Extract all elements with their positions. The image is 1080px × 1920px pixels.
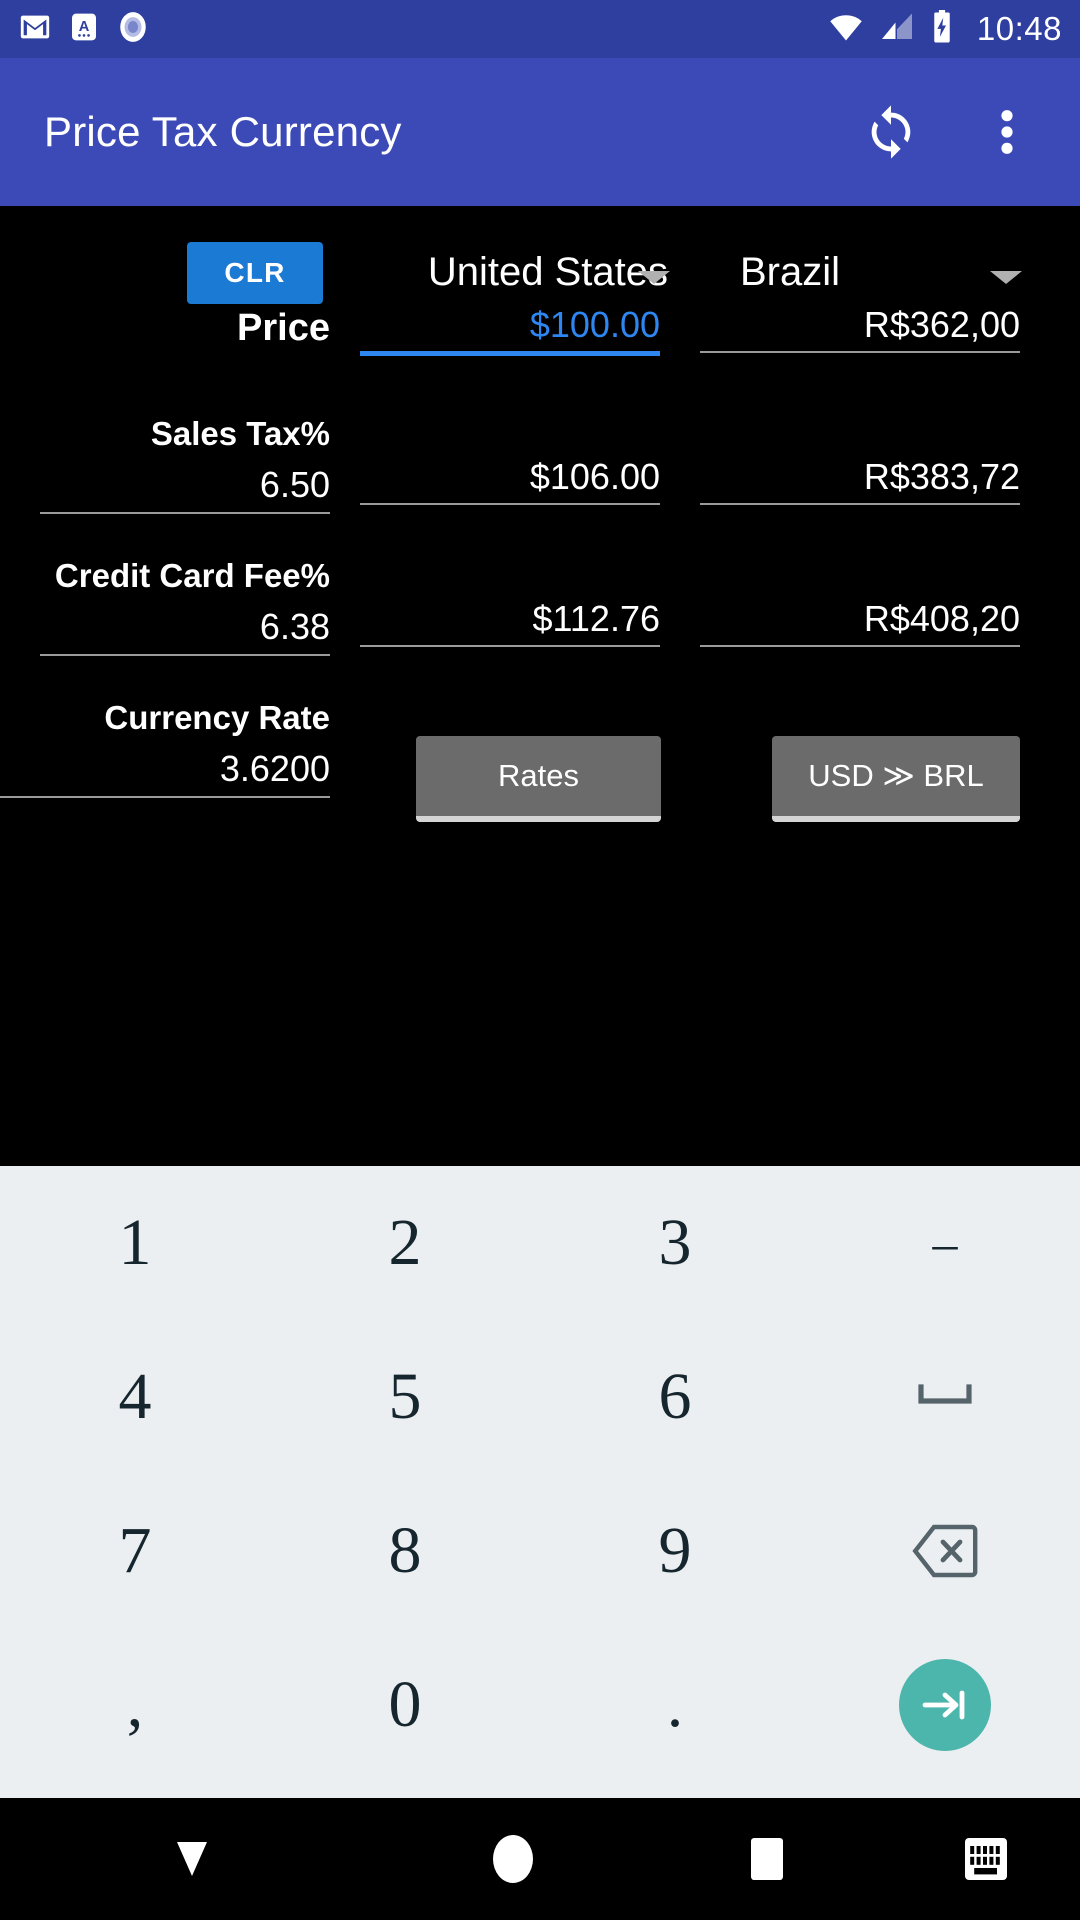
credit-card-fee-label-cell: Credit Card Fee% 6.38 — [40, 557, 330, 656]
key-0[interactable]: 0 — [270, 1628, 540, 1782]
key-1[interactable]: 1 — [0, 1166, 270, 1320]
phone-screen: A 10:48 Price Tax Currency CLR United St… — [0, 0, 1080, 1920]
source-country-label: United States — [427, 249, 668, 294]
calculator-body: CLR United States Brazil Price $100.00 R… — [0, 206, 1080, 1166]
target-country-spinner[interactable]: Brazil — [740, 234, 1030, 310]
credit-card-fee-label: Credit Card Fee% — [54, 557, 330, 594]
target-country-label: Brazil — [740, 249, 841, 294]
nav-back-button[interactable] — [0, 1838, 384, 1880]
credit-card-fee-target-cell[interactable]: R$408,20 — [700, 598, 1020, 648]
nav-home-button[interactable] — [384, 1833, 642, 1885]
key-minus[interactable]: – — [810, 1166, 1080, 1320]
key-3[interactable]: 3 — [540, 1166, 810, 1320]
keyboard-row: 1 2 3 – — [0, 1166, 1080, 1320]
price-target-cell[interactable]: R$362,00 — [700, 304, 1020, 354]
key-4[interactable]: 4 — [0, 1320, 270, 1474]
sales-tax-label-cell: Sales Tax% 6.50 — [40, 415, 330, 514]
app-bar: Price Tax Currency — [0, 58, 1080, 206]
price-target-value[interactable]: R$362,00 — [700, 304, 1020, 354]
keyboard-row: 7 8 9 — [0, 1474, 1080, 1628]
key-comma[interactable]: , — [0, 1628, 270, 1782]
key-backspace[interactable] — [810, 1474, 1080, 1628]
home-circle-icon — [493, 1835, 533, 1883]
wifi-icon — [827, 12, 865, 47]
price-label-cell: Price — [40, 307, 330, 350]
recents-square-icon — [751, 1838, 783, 1880]
backspace-icon — [912, 1524, 978, 1578]
sales-tax-target-value[interactable]: R$383,72 — [700, 456, 1020, 506]
keyboard-row: , 0 . — [0, 1628, 1080, 1782]
price-source-value[interactable]: $100.00 — [360, 304, 660, 357]
status-bar-notifications: A — [18, 10, 150, 49]
app-a-icon: A — [68, 11, 100, 48]
app-bar-actions — [860, 101, 1052, 163]
nav-recents-button[interactable] — [642, 1836, 892, 1882]
battery-charging-icon — [929, 9, 955, 49]
cell-signal-icon — [879, 12, 915, 47]
key-5[interactable]: 5 — [270, 1320, 540, 1474]
sales-tax-input[interactable]: 6.50 — [40, 464, 330, 514]
chevron-down-icon — [638, 270, 670, 284]
space-bar-icon — [918, 1384, 972, 1404]
rates-button[interactable]: Rates — [416, 736, 661, 822]
price-label: Price — [237, 307, 330, 349]
sales-tax-target-cell[interactable]: R$383,72 — [700, 456, 1020, 506]
status-bar-clock: 10:48 — [976, 10, 1062, 47]
credit-card-fee-source-value[interactable]: $112.76 — [360, 598, 660, 648]
key-enter-cell — [810, 1628, 1080, 1782]
more-vertical-icon[interactable] — [976, 101, 1038, 163]
status-bar-system-icons: 10:48 — [827, 9, 1062, 49]
credit-card-fee-source-cell[interactable]: $112.76 — [360, 598, 660, 648]
price-source-cell[interactable]: $100.00 — [360, 304, 660, 357]
key-7[interactable]: 7 — [0, 1474, 270, 1628]
source-country-spinner[interactable]: United States — [360, 234, 670, 310]
key-enter[interactable] — [899, 1659, 991, 1751]
key-8[interactable]: 8 — [270, 1474, 540, 1628]
currency-rate-label-cell: Currency Rate 3.6200 — [0, 699, 330, 798]
gmail-icon — [18, 10, 52, 49]
status-bar: A 10:48 — [0, 0, 1080, 58]
currency-pair-button[interactable]: USD ≫ BRL — [772, 736, 1020, 822]
tab-next-icon — [922, 1690, 965, 1720]
nav-switch-keyboard-button[interactable] — [892, 1836, 1080, 1882]
key-space[interactable] — [810, 1320, 1080, 1474]
switch-keyboard-icon — [965, 1838, 1007, 1880]
sales-tax-source-value[interactable]: $106.00 — [360, 456, 660, 506]
currency-rate-label: Currency Rate — [104, 699, 330, 736]
sales-tax-label: Sales Tax% — [150, 415, 330, 452]
clear-button[interactable]: CLR — [187, 242, 323, 304]
refresh-sync-icon[interactable] — [860, 101, 922, 163]
key-period[interactable]: . — [540, 1628, 810, 1782]
sales-tax-source-cell[interactable]: $106.00 — [360, 456, 660, 506]
credit-card-fee-target-value[interactable]: R$408,20 — [700, 598, 1020, 648]
key-9[interactable]: 9 — [540, 1474, 810, 1628]
page-title: Price Tax Currency — [44, 108, 402, 155]
key-6[interactable]: 6 — [540, 1320, 810, 1474]
collapse-keyboard-icon — [177, 1842, 207, 1876]
record-circle-icon — [116, 10, 150, 49]
currency-rate-input[interactable]: 3.6200 — [0, 748, 330, 798]
navigation-bar — [0, 1798, 1080, 1920]
numeric-keyboard: 1 2 3 – 4 5 6 7 8 9 , 0 . — [0, 1166, 1080, 1798]
key-2[interactable]: 2 — [270, 1166, 540, 1320]
credit-card-fee-input[interactable]: 6.38 — [40, 606, 330, 656]
svg-text:A: A — [79, 19, 90, 35]
keyboard-row: 4 5 6 — [0, 1320, 1080, 1474]
chevron-down-icon — [990, 270, 1023, 284]
